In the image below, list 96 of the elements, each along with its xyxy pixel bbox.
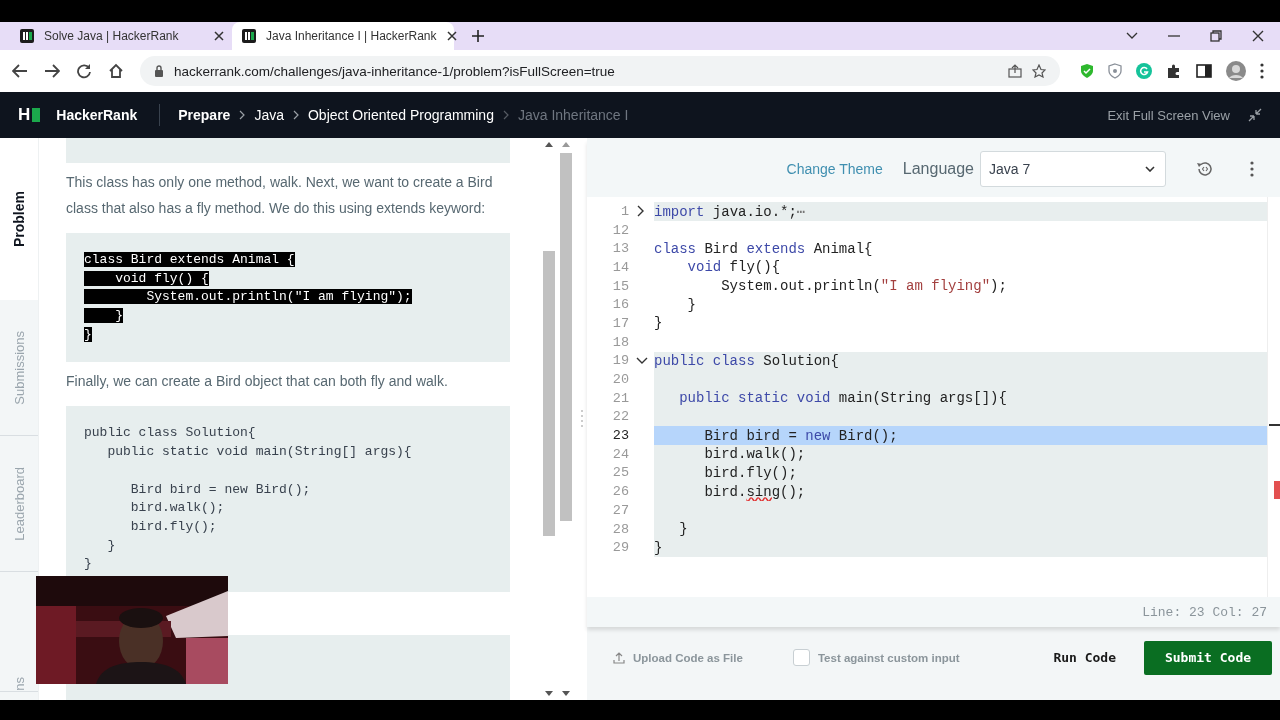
- avatar-icon[interactable]: [1226, 61, 1246, 81]
- code-line: }: [678, 521, 688, 538]
- more-icon[interactable]: [1260, 63, 1264, 79]
- code-line: public class Solution{: [84, 425, 256, 441]
- brand-name[interactable]: HackerRank: [56, 107, 138, 123]
- line-number: 18: [611, 334, 629, 350]
- puzzle-icon[interactable]: [1166, 63, 1182, 79]
- chevron-right-icon: [292, 110, 299, 120]
- reload-icon[interactable]: [76, 63, 92, 79]
- code-line: Bird bird = new Bird();: [129, 481, 311, 497]
- line-number: 14: [611, 259, 629, 275]
- code-line: bird.walk();: [703, 446, 806, 463]
- line-number: 26: [611, 484, 629, 500]
- upload-icon: [613, 651, 625, 664]
- checkbox-label: Test against custom input: [817, 651, 960, 664]
- scrollbar-thumb[interactable]: [560, 153, 572, 521]
- paragraph: This class has only one method, walk. Next, we want to create a Bird class that also has a fly method. We do this using extends keyword:: [66, 173, 494, 218]
- code-line: public static void main(String[] args){: [106, 444, 412, 460]
- cursor-position: Line: 23 Col: 27: [1142, 604, 1267, 620]
- error-marker: [1274, 481, 1280, 499]
- back-icon[interactable]: [12, 64, 28, 78]
- splitter-handle-icon[interactable]: [580, 409, 584, 429]
- exit-fullscreen-link[interactable]: Exit Full Screen View: [1107, 107, 1230, 123]
- chevron-right-icon: [239, 110, 246, 120]
- lock-icon: [154, 65, 164, 77]
- browser-tab[interactable]: Solve Java | HackerRank: [10, 22, 232, 50]
- line-number: 15: [611, 278, 629, 294]
- address-field[interactable]: hackerrank.com/challenges/java-inheritance-1/problem?isFullScreen=true: [140, 56, 1060, 86]
- line-number: 19: [611, 353, 629, 369]
- language-dropdown[interactable]: Java 7: [980, 150, 1166, 187]
- history-icon[interactable]: [1196, 159, 1214, 178]
- line-number: 16: [611, 297, 629, 313]
- scrollbar-thumb[interactable]: [543, 251, 555, 536]
- collapse-icon[interactable]: [1248, 108, 1262, 122]
- line-number: 25: [611, 465, 629, 481]
- more-icon[interactable]: [1250, 160, 1254, 177]
- code-line: void fly(){: [686, 259, 781, 276]
- restore-icon[interactable]: [1210, 30, 1222, 42]
- side-panel-icon[interactable]: [1196, 64, 1212, 78]
- share-icon[interactable]: [1008, 64, 1022, 78]
- chevron-down-icon[interactable]: [1126, 32, 1138, 40]
- close-icon[interactable]: [214, 31, 224, 41]
- new-tab-icon[interactable]: [472, 30, 484, 42]
- code-line: bird.sing();: [703, 483, 806, 500]
- line-number: 17: [611, 315, 629, 331]
- side-tab[interactable]: Problem: [11, 191, 27, 247]
- code-line: bird.fly();: [703, 464, 797, 481]
- code-line: bird.fly();: [129, 518, 217, 534]
- code-line: Bird bird = new Bird();: [703, 427, 898, 444]
- scroll-up-icon[interactable]: [545, 142, 553, 147]
- code-line: }: [106, 537, 116, 553]
- star-icon[interactable]: [1032, 64, 1046, 78]
- tab-logo-icon: [242, 29, 256, 43]
- close-icon[interactable]: [1252, 30, 1264, 42]
- line-number: 1: [619, 203, 629, 219]
- line-number: 23: [611, 428, 629, 444]
- shield-icon[interactable]: [1108, 63, 1122, 79]
- forward-icon[interactable]: [44, 64, 60, 78]
- paragraph: Finally, we can create a Bird object that can both fly and walk.: [66, 372, 449, 392]
- submit-code-button[interactable]: Submit Code: [1144, 640, 1272, 675]
- breadcrumb-link[interactable]: Prepare: [178, 107, 231, 123]
- logo[interactable]: H: [18, 105, 41, 125]
- line-number: 22: [611, 409, 629, 425]
- line-number: 13: [611, 241, 629, 257]
- breadcrumb-link[interactable]: Java: [254, 107, 284, 123]
- line-number: 24: [611, 446, 629, 462]
- code-line: }: [84, 556, 92, 572]
- code-line: public static void main(String args[]){: [678, 390, 1007, 407]
- scroll-down-icon[interactable]: [562, 691, 570, 696]
- code-line: }: [686, 296, 696, 313]
- scroll-down-icon[interactable]: [545, 691, 553, 696]
- code-line: bird.walk();: [129, 500, 225, 516]
- breadcrumb-link[interactable]: Java Inheritance I: [517, 107, 629, 123]
- breadcrumb-link[interactable]: Object Oriented Programming: [307, 107, 494, 123]
- tab-logo-icon: [20, 29, 34, 43]
- checkbox[interactable]: [792, 649, 810, 667]
- code-line: public class Solution{: [654, 352, 839, 369]
- code-line: System.out.println("I am flying");: [720, 278, 1007, 295]
- line-number: 21: [611, 390, 629, 406]
- chevron-down-icon: [1145, 165, 1155, 172]
- line-number: 20: [611, 372, 629, 388]
- code-line: }: [654, 539, 663, 556]
- line-number: 12: [611, 222, 629, 238]
- line-number: 27: [611, 502, 629, 518]
- line-number: 28: [611, 521, 629, 537]
- close-icon[interactable]: [446, 31, 457, 41]
- line-number: 29: [611, 540, 629, 556]
- language-label: Language: [902, 159, 974, 178]
- cursor-marker: [1269, 424, 1280, 426]
- shield-icon[interactable]: [1080, 63, 1094, 79]
- code-line: }: [654, 315, 663, 332]
- code-line: class Bird extends Animal{: [654, 240, 873, 257]
- chevron-right-icon: [502, 110, 509, 120]
- browser-tab[interactable]: Java Inheritance I | HackerRank: [232, 22, 454, 50]
- home-icon[interactable]: [108, 63, 124, 79]
- code-line: import java.io.*;⋯: [654, 202, 806, 220]
